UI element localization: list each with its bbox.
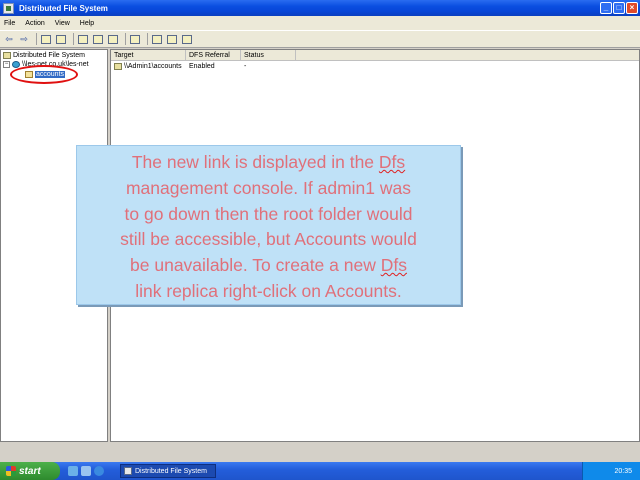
note-line-5: be unavailable. To create a new Dfs — [130, 255, 407, 276]
explorer-icon[interactable] — [81, 466, 91, 476]
start-label: start — [19, 465, 41, 477]
show-desktop-icon[interactable] — [68, 466, 78, 476]
title-bar: Distributed File System _ □ × — [0, 0, 640, 16]
taskbar-item-label: Distributed File System — [135, 467, 207, 475]
export-icon[interactable] — [92, 33, 104, 45]
taskbar: start Distributed File System EN 20:35 — [0, 462, 640, 480]
dfs-app-icon — [3, 2, 14, 14]
start-button[interactable]: start — [0, 462, 60, 480]
minimize-button[interactable]: _ — [600, 2, 612, 14]
help-icon[interactable] — [181, 33, 193, 45]
menu-help[interactable]: Help — [80, 20, 94, 27]
tree-root-label: Distributed File System — [13, 52, 85, 59]
column-headers: Target DFS Referral Status — [111, 50, 639, 61]
column-status[interactable]: Status — [241, 50, 296, 61]
forward-icon[interactable]: ⇨ — [18, 33, 30, 45]
system-tray: 20:35 — [582, 462, 640, 480]
dfs-icon — [3, 52, 11, 59]
new-link-icon[interactable] — [166, 33, 178, 45]
quick-launch — [68, 466, 104, 476]
tree-item-root[interactable]: Distributed File System — [3, 52, 85, 59]
console-icon[interactable] — [55, 33, 67, 45]
dfs-app-icon — [124, 467, 132, 475]
collapse-icon[interactable]: − — [3, 61, 10, 68]
up-icon[interactable] — [40, 33, 52, 45]
menu-action[interactable]: Action — [25, 20, 44, 27]
menu-file[interactable]: File — [4, 20, 15, 27]
menu-bar: File Action View Help — [0, 16, 640, 30]
note-line-3: to go down then the root folder would — [124, 203, 413, 224]
target-path: \\Admin1\accounts — [124, 63, 182, 70]
cell-status: - — [244, 63, 247, 70]
list-row[interactable]: \\Admin1\accounts Enabled - — [111, 63, 296, 70]
windows-logo-icon — [6, 466, 16, 476]
toolbar-separator — [147, 33, 148, 45]
clock[interactable]: 20:35 — [614, 468, 632, 475]
column-dfs-referral[interactable]: DFS Referral — [186, 50, 241, 61]
internet-explorer-icon[interactable] — [94, 466, 104, 476]
toolbar: ⇦ ⇨ — [0, 30, 640, 48]
close-button[interactable]: × — [626, 2, 638, 14]
toolbar-separator — [125, 33, 126, 45]
back-icon[interactable]: ⇦ — [3, 33, 15, 45]
menu-view[interactable]: View — [55, 20, 70, 27]
note-line-4: still be accessible, but Accounts would — [120, 229, 417, 250]
share-icon — [114, 63, 122, 70]
note-line-2: management console. If admin1 was — [125, 177, 412, 198]
window-title: Distributed File System — [19, 3, 108, 13]
refresh-icon[interactable] — [107, 33, 119, 45]
cell-target: \\Admin1\accounts — [111, 63, 186, 70]
highlight-ellipse — [10, 65, 78, 84]
tutorial-note: The new link is displayed in the Dfs man… — [76, 145, 461, 305]
note-line-6: link replica right-click on Accounts. — [135, 280, 402, 301]
note-line-1: The new link is displayed in the Dfs — [131, 152, 406, 172]
properties-icon[interactable] — [129, 33, 141, 45]
new-root-icon[interactable] — [151, 33, 163, 45]
show-hide-icon[interactable] — [77, 33, 89, 45]
toolbar-separator — [73, 33, 74, 45]
column-target[interactable]: Target — [111, 50, 186, 61]
maximize-button[interactable]: □ — [613, 2, 625, 14]
taskbar-item-dfs[interactable]: Distributed File System — [120, 464, 216, 478]
toolbar-separator — [36, 33, 37, 45]
cell-referral: Enabled — [189, 63, 215, 70]
